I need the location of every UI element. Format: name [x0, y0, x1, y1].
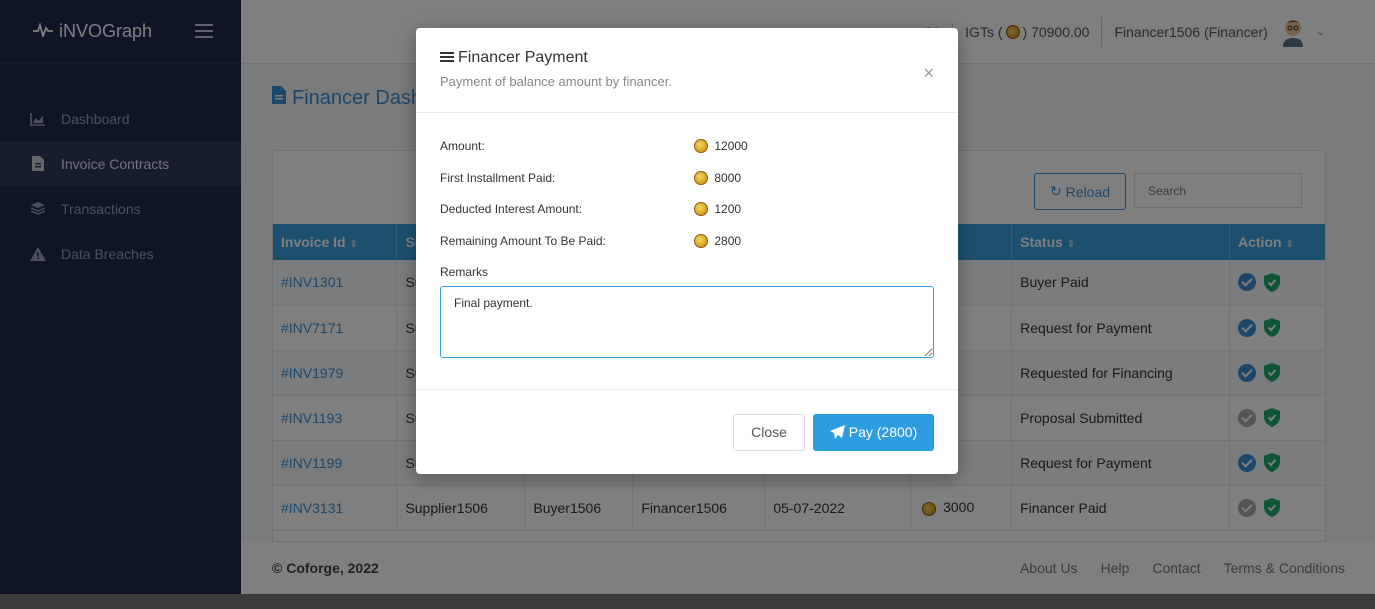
modal-subtitle: Payment of balance amount by financer.	[440, 74, 672, 89]
deducted-interest-row: Deducted Interest Amount: 1200	[440, 202, 934, 234]
coin-icon	[694, 170, 708, 185]
pay-button[interactable]: Pay (2800)	[813, 413, 934, 451]
modal-footer: Close Pay (2800)	[416, 390, 958, 474]
coin-icon	[694, 233, 708, 248]
field-value: 1200	[691, 202, 741, 216]
field-label: Remaining Amount To Be Paid:	[440, 233, 606, 248]
field-value: 2800	[691, 233, 741, 248]
modal-title: Financer Payment	[440, 49, 934, 67]
pay-label: Pay (2800)	[848, 424, 918, 440]
coin-icon	[694, 139, 708, 153]
field-value: 12000	[691, 139, 748, 153]
close-icon[interactable]: ×	[923, 64, 934, 82]
remarks-label: Remarks	[440, 265, 489, 279]
field-label: First Installment Paid:	[440, 170, 556, 185]
remarks-textarea[interactable]: Final payment.	[440, 286, 934, 358]
field-label: Amount:	[440, 139, 485, 153]
list-icon	[440, 52, 454, 64]
first-installment-row: First Installment Paid: 8000	[440, 170, 934, 203]
financer-payment-modal: Financer Payment Payment of balance amou…	[416, 28, 958, 474]
field-label: Deducted Interest Amount:	[440, 202, 583, 216]
modal-header: Financer Payment Payment of balance amou…	[416, 28, 958, 113]
modal-body: Amount: 12000 First Installment Paid: 80…	[416, 113, 958, 390]
close-button[interactable]: Close	[733, 413, 805, 451]
field-value: 8000	[691, 170, 741, 185]
amount-row: Amount: 12000	[440, 139, 934, 171]
remaining-amount-row: Remaining Amount To Be Paid: 2800	[440, 233, 934, 266]
taskbar	[0, 594, 1375, 609]
coin-icon	[694, 202, 708, 216]
send-icon	[829, 425, 845, 439]
